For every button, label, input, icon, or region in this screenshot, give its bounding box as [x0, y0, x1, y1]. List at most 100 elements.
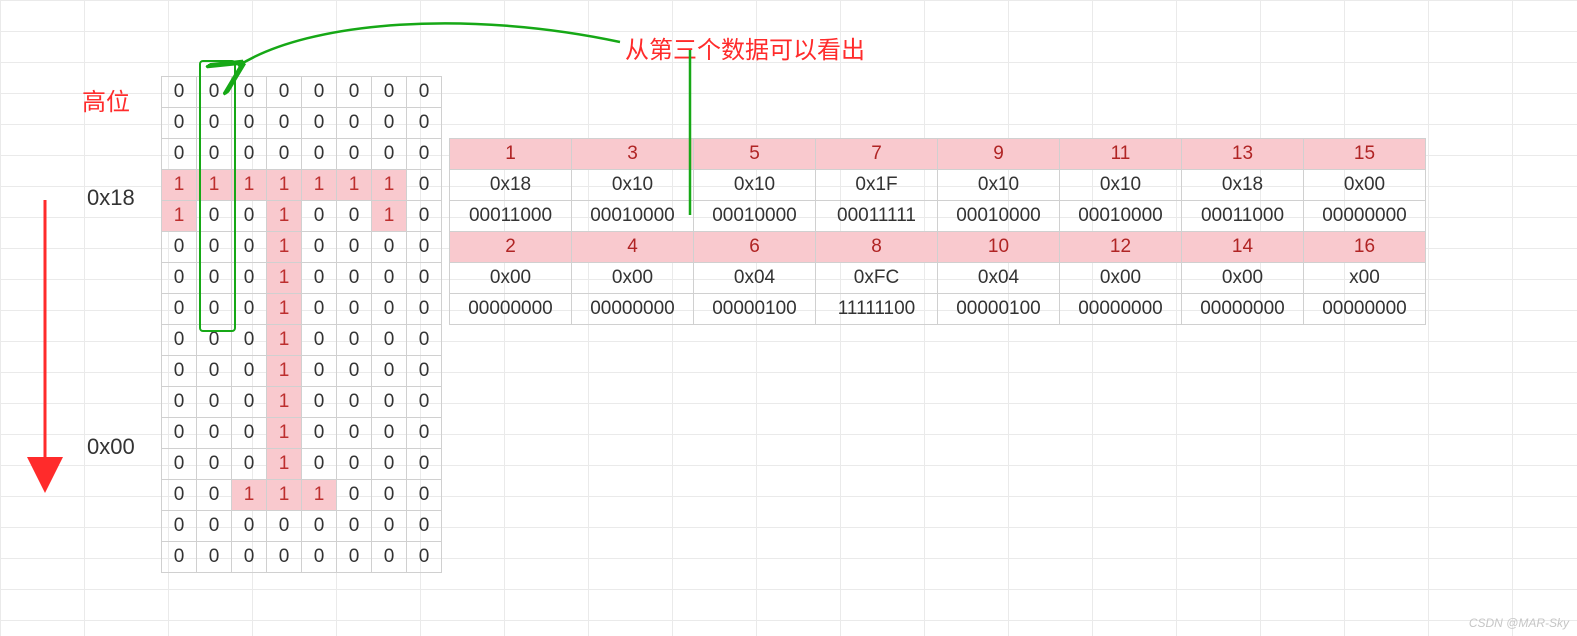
bit-cell: 1 [267, 325, 302, 356]
bit-cell: 0 [232, 108, 267, 139]
bit-cell: 0 [337, 232, 372, 263]
bit-cell: 0 [302, 387, 337, 418]
byte-cell: 2 [450, 232, 572, 263]
bit-cell: 0 [337, 418, 372, 449]
byte-cell: 00010000 [572, 201, 694, 232]
bit-cell: 0 [372, 294, 407, 325]
watermark: CSDN @MAR-Sky [1469, 616, 1569, 630]
byte-cell: 10 [938, 232, 1060, 263]
byte-cell: 0x00 [1060, 263, 1182, 294]
bit-cell: 0 [407, 542, 442, 573]
bit-cell: 0 [302, 201, 337, 232]
bit-cell: 0 [162, 77, 197, 108]
bit-cell: 0 [162, 263, 197, 294]
byte-cell: 15 [1304, 139, 1426, 170]
byte-cell: 16 [1304, 232, 1426, 263]
byte-cell: 1 [450, 139, 572, 170]
byte-cell: 0x10 [938, 170, 1060, 201]
bit-cell: 0 [372, 511, 407, 542]
byte-cell: 0x18 [450, 170, 572, 201]
bit-cell: 0 [407, 232, 442, 263]
bit-cell: 0 [337, 201, 372, 232]
bit-cell: 0 [407, 387, 442, 418]
byte-cell: 6 [694, 232, 816, 263]
bit-cell: 0 [407, 170, 442, 201]
bit-cell: 0 [162, 542, 197, 573]
byte-cell: 00010000 [694, 201, 816, 232]
bit-cell: 0 [197, 449, 232, 480]
green-column-highlight [199, 60, 236, 332]
byte-cell: 14 [1182, 232, 1304, 263]
byte-cell: 11111100 [816, 294, 938, 325]
bit-cell: 0 [407, 449, 442, 480]
bit-cell: 0 [267, 108, 302, 139]
bit-cell: 0 [162, 232, 197, 263]
bit-cell: 1 [267, 201, 302, 232]
bit-cell: 0 [302, 325, 337, 356]
bit-cell: 0 [232, 294, 267, 325]
bit-cell: 0 [372, 263, 407, 294]
bit-cell: 0 [337, 108, 372, 139]
bit-cell: 0 [337, 387, 372, 418]
bit-cell: 0 [407, 263, 442, 294]
bit-cell: 1 [267, 263, 302, 294]
byte-cell: 0x10 [1060, 170, 1182, 201]
bit-cell: 1 [337, 170, 372, 201]
bit-cell: 0 [232, 77, 267, 108]
bit-cell: 0 [372, 232, 407, 263]
bit-cell: 0 [302, 449, 337, 480]
bit-cell: 0 [302, 418, 337, 449]
byte-cell: 00010000 [1060, 201, 1182, 232]
byte-cell: 9 [938, 139, 1060, 170]
bit-cell: 0 [372, 325, 407, 356]
bit-cell: 0 [407, 325, 442, 356]
bit-cell: 0 [232, 511, 267, 542]
bit-cell: 0 [162, 325, 197, 356]
bit-cell: 0 [407, 201, 442, 232]
byte-cell: 0x00 [572, 263, 694, 294]
byte-cell: 00011000 [450, 201, 572, 232]
annotation-title: 从第三个数据可以看出 [625, 30, 865, 65]
bit-cell: 0 [302, 108, 337, 139]
byte-cell: 0xFC [816, 263, 938, 294]
bit-cell: 0 [372, 139, 407, 170]
bit-cell: 1 [162, 170, 197, 201]
label-0x18: 0x18 [87, 185, 135, 211]
bit-cell: 0 [372, 356, 407, 387]
bit-cell: 0 [372, 449, 407, 480]
bit-cell: 0 [197, 356, 232, 387]
bit-cell: 1 [267, 294, 302, 325]
byte-cell: 0x04 [694, 263, 816, 294]
byte-cell: 0x00 [1304, 170, 1426, 201]
bit-cell: 1 [267, 387, 302, 418]
bit-cell: 0 [337, 294, 372, 325]
bit-cell: 0 [407, 294, 442, 325]
bit-cell: 1 [302, 480, 337, 511]
bit-cell: 0 [232, 139, 267, 170]
bit-cell: 0 [302, 77, 337, 108]
byte-cell: 00000100 [938, 294, 1060, 325]
byte-cell: 0x00 [1182, 263, 1304, 294]
bit-cell: 0 [162, 387, 197, 418]
label-0x00: 0x00 [87, 434, 135, 460]
bit-cell: 0 [232, 356, 267, 387]
bit-cell: 1 [267, 418, 302, 449]
byte-table: 13579111315 0x180x100x100x1F0x100x100x18… [449, 138, 1426, 325]
bit-cell: 1 [372, 170, 407, 201]
bit-cell: 0 [197, 480, 232, 511]
byte-cell: 00000100 [694, 294, 816, 325]
bit-cell: 0 [197, 387, 232, 418]
bit-cell: 0 [162, 294, 197, 325]
byte-cell: 00000000 [450, 294, 572, 325]
bit-cell: 0 [197, 511, 232, 542]
bit-cell: 0 [302, 263, 337, 294]
bit-cell: 0 [372, 387, 407, 418]
byte-cell: 12 [1060, 232, 1182, 263]
bit-cell: 0 [267, 511, 302, 542]
bit-cell: 0 [232, 449, 267, 480]
byte-cell: 0x18 [1182, 170, 1304, 201]
byte-cell: 0x00 [450, 263, 572, 294]
bit-cell: 0 [267, 139, 302, 170]
bit-cell: 0 [302, 139, 337, 170]
byte-cell: 00010000 [938, 201, 1060, 232]
